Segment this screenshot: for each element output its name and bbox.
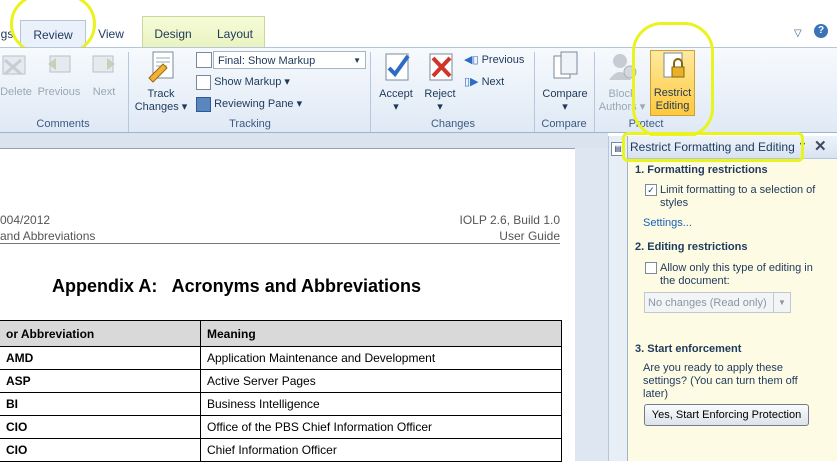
reject-button[interactable]: Reject ▾ [420, 50, 460, 114]
tab-view[interactable]: View [90, 20, 132, 48]
group-separator [370, 52, 371, 132]
limit-formatting-label: Limit formatting to a selection of [660, 184, 816, 196]
settings-link[interactable]: Settings... [643, 217, 692, 230]
group-separator [128, 52, 129, 132]
allow-editing-checkbox[interactable] [645, 262, 657, 274]
tab-layout[interactable]: Layout [207, 20, 263, 48]
cell-acronym: AMD [0, 346, 201, 370]
table-row: CIO Chief Information Officer [0, 438, 562, 462]
previous-comment-icon [48, 55, 71, 73]
restrict-editing-pane: Restrict Formatting and Editing ▼ ✕ 1. F… [622, 132, 837, 461]
minimize-ribbon-icon[interactable]: ▽ [794, 28, 802, 39]
previous-change-button[interactable]: ◀▯ Previous [464, 50, 524, 70]
show-markup-icon [196, 74, 211, 90]
doc-header-build: IOLP 2.6, Build 1.0 [459, 213, 560, 227]
reviewing-pane-button[interactable]: Reviewing Pane ▾ [196, 94, 302, 114]
cell-acronym: CIO [0, 415, 201, 439]
enforcement-text-3: later) [643, 388, 669, 400]
group-label-compare: Compare [541, 118, 587, 130]
section-formatting-title: 1. Formatting restrictions [635, 164, 768, 176]
group-label-comments: Comments [36, 118, 90, 130]
cell-meaning: Business Intelligence [200, 392, 562, 416]
previous-comment-button[interactable]: Previous [36, 50, 82, 99]
highlight-review-tab [10, 0, 96, 54]
page-margin [575, 148, 608, 461]
cell-meaning: Active Server Pages [200, 369, 562, 393]
chevron-down-icon: ▼ [773, 293, 790, 312]
cell-meaning: Office of the PBS Chief Information Offi… [200, 415, 562, 439]
delete-icon [2, 55, 26, 76]
pane-scroll-strip: ▤ [608, 136, 627, 461]
group-separator [594, 52, 595, 132]
allow-editing-label-2: the document: [660, 275, 730, 287]
track-changes-button[interactable]: Track Changes ▾ [132, 50, 190, 114]
chevron-down-icon: ▼ [353, 56, 361, 65]
cell-acronym: CIO [0, 438, 201, 462]
reject-icon [429, 53, 453, 81]
acronyms-table: or Abbreviation Meaning AMD Application … [0, 320, 562, 462]
delete-comment-button[interactable]: Delete [0, 50, 32, 99]
highlight-pane-title [622, 132, 804, 162]
start-enforcing-button[interactable]: Yes, Start Enforcing Protection [644, 404, 809, 426]
cell-acronym: ASP [0, 369, 201, 393]
editing-type-select[interactable]: No changes (Read only) ▼ [644, 292, 791, 313]
table-header-acronym: or Abbreviation [0, 320, 201, 347]
section-enforcement-title: 3. Start enforcement [635, 343, 742, 355]
table-row: BI Business Intelligence [0, 392, 562, 416]
table-row: AMD Application Maintenance and Developm… [0, 346, 562, 370]
reviewing-pane-icon [196, 96, 211, 112]
section-editing-title: 2. Editing restrictions [635, 241, 748, 253]
previous-change-icon: ◀▯ [464, 54, 479, 66]
tab-design[interactable]: Design [145, 20, 201, 48]
table-row: ASP Active Server Pages [0, 369, 562, 393]
enforcement-text-2: settings? (You can turn them off [643, 375, 798, 387]
group-separator [534, 52, 535, 132]
show-markup-button[interactable]: Show Markup ▾ [196, 72, 290, 92]
markup-select[interactable]: Final: Show Markup ▼ [213, 51, 366, 69]
doc-header-guide: User Guide [499, 229, 560, 243]
close-icon[interactable]: ✕ [814, 137, 827, 155]
cell-meaning: Application Maintenance and Development [200, 346, 562, 370]
group-label-changes: Changes [430, 118, 476, 130]
allow-editing-label: Allow only this type of editing in [660, 262, 813, 274]
doc-header-rule [0, 243, 560, 244]
next-comment-button[interactable]: Next [88, 50, 120, 99]
compare-button[interactable]: Compare ▾ [538, 50, 592, 114]
next-change-icon: ▯▶ [464, 76, 479, 88]
doc-header-date: 004/2012 [0, 213, 51, 227]
help-icon[interactable]: ? [814, 24, 828, 38]
table-row: CIO Office of the PBS Chief Information … [0, 415, 562, 439]
highlight-restrict-editing [632, 22, 714, 138]
next-comment-icon [92, 55, 115, 73]
page-title: Appendix A: Acronyms and Abbreviations [52, 276, 422, 296]
track-changes-icon [148, 51, 174, 83]
limit-formatting-label-2: styles [660, 197, 689, 209]
doc-header-section: and Abbreviations [0, 229, 96, 243]
group-label-tracking: Tracking [229, 118, 271, 130]
table-header-row: or Abbreviation Meaning [0, 320, 562, 347]
compare-icon [553, 51, 578, 79]
cell-acronym: BI [0, 392, 201, 416]
next-change-button[interactable]: ▯▶ Next [464, 72, 504, 92]
markup-display-icon [196, 52, 212, 68]
enforcement-text-1: Are you ready to apply these [643, 362, 784, 374]
limit-formatting-checkbox[interactable]: ✓ [645, 184, 657, 196]
table-header-meaning: Meaning [200, 320, 562, 347]
accept-icon [385, 53, 410, 81]
cell-meaning: Chief Information Officer [200, 438, 562, 462]
accept-button[interactable]: Accept ▾ [376, 50, 416, 114]
